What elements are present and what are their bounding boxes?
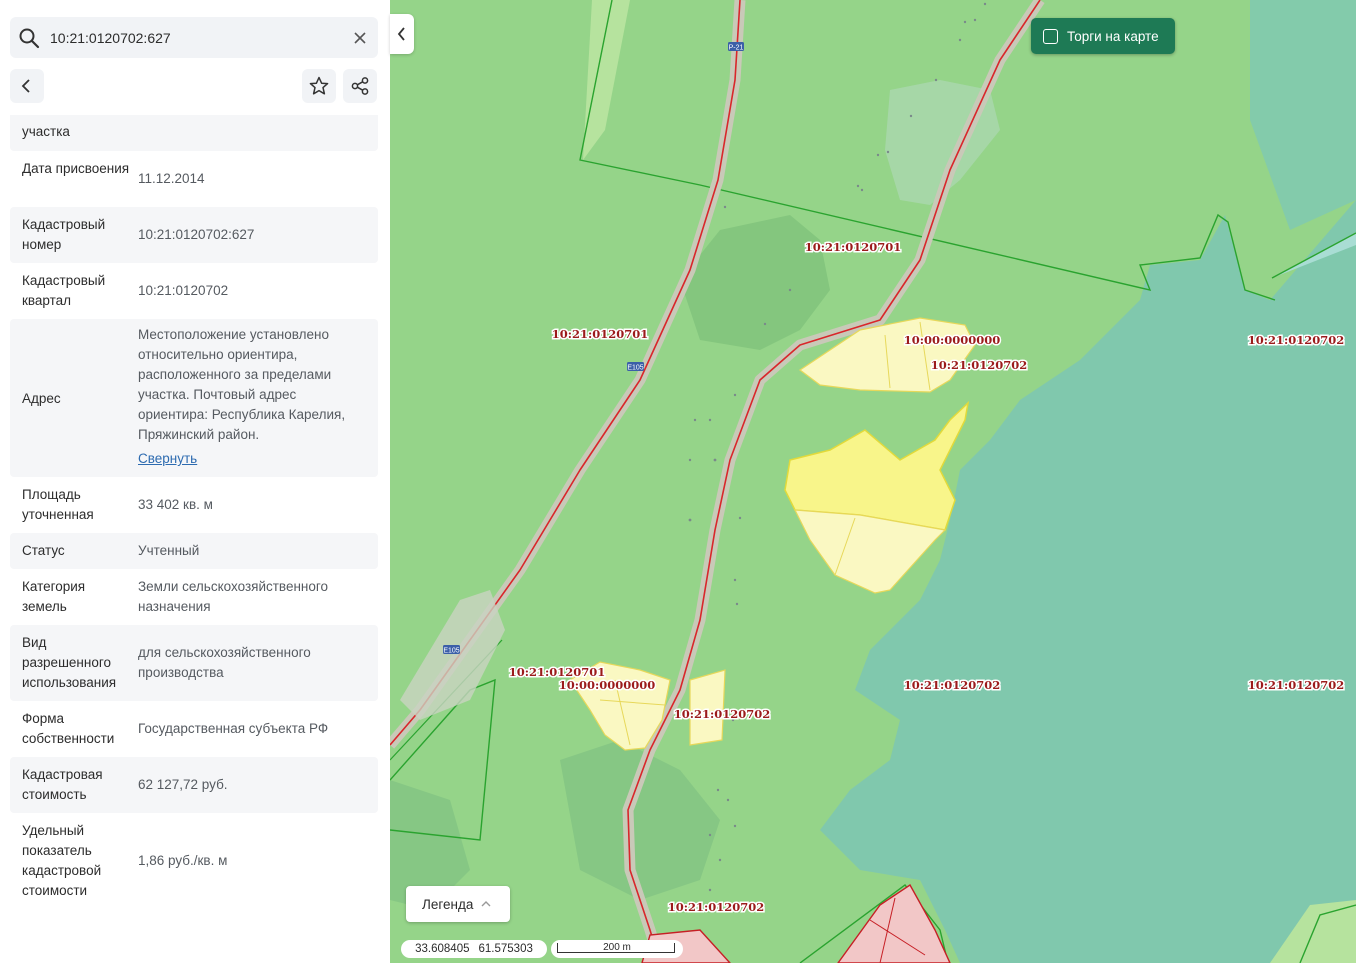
road-shield-label: E105 (443, 648, 459, 655)
cadastral-label[interactable]: 10:00:0000000 (557, 677, 657, 694)
cadastral-map[interactable]: P-21 E105 E105 10:21:0120701 10:21:01207… (390, 0, 1356, 963)
share-button[interactable] (343, 69, 377, 103)
info-value: Учтенный (138, 543, 200, 558)
info-label: участка (22, 124, 70, 139)
info-value: 62 127,72 руб. (138, 777, 228, 792)
info-row-partial: участка (10, 115, 378, 151)
cadastral-label[interactable]: 10:21:0120702 (1246, 332, 1346, 349)
back-button[interactable] (10, 69, 44, 103)
share-icon (351, 77, 369, 95)
info-label: Категория земель (22, 579, 86, 614)
search-bar (10, 17, 378, 58)
cadastral-label[interactable]: 10:21:0120701 (507, 664, 607, 681)
collapse-address-link[interactable]: Свернуть (138, 449, 366, 469)
info-row-date: Дата присвоения 11.12.2014 (10, 151, 378, 207)
info-row-status: Статус Учтенный (10, 533, 378, 569)
collapse-sidebar-button[interactable] (390, 14, 414, 54)
coordinates-readout: 33.608405 61.575303 (401, 940, 547, 958)
info-label: Кадастровая стоимость (22, 767, 103, 802)
info-label: Кадастровый номер (22, 217, 106, 252)
search-input[interactable] (50, 27, 340, 49)
chevron-left-icon (21, 79, 30, 93)
auctions-checkbox[interactable] (1043, 28, 1058, 44)
info-label: Форма собственности (22, 711, 115, 746)
star-icon (309, 76, 329, 95)
chevron-up-icon (481, 901, 491, 907)
info-row-cadastral-number: Кадастровый номер 10:21:0120702:627 (10, 207, 378, 263)
cadastral-label[interactable]: 10:21:0120702 (902, 677, 1002, 694)
cadastral-label[interactable]: 10:21:0120702 (672, 706, 772, 723)
cadastral-label[interactable]: 10:21:0120702 (929, 357, 1029, 374)
info-row-area: Площадь уточненная 33 402 кв. м (10, 477, 378, 533)
parcel-info-list: участка Дата присвоения 11.12.2014 Кадас… (10, 115, 378, 915)
info-value: 10:21:0120702 (138, 283, 229, 298)
info-row-ownership: Форма собственности Государственная субъ… (10, 701, 378, 757)
cadastral-label[interactable]: 10:00:0000000 (902, 332, 1002, 349)
info-row-address: Адрес Местоположение установлено относит… (10, 319, 378, 477)
info-label: Дата присвоения (22, 161, 130, 176)
favorite-button[interactable] (302, 69, 336, 103)
info-value: 1,86 руб./кв. м (138, 853, 228, 868)
info-value: для сельскохозяйственного производства (138, 645, 311, 680)
legend-button[interactable]: Легенда (406, 886, 510, 922)
info-label: Кадастровый квартал (22, 273, 106, 308)
search-icon[interactable] (18, 27, 40, 49)
info-value: Государственная субъекта РФ (138, 721, 329, 736)
info-row-permitted-use: Вид разрешенного использования для сельс… (10, 625, 378, 701)
info-row-cadastral-quarter: Кадастровый квартал 10:21:0120702 (10, 263, 378, 319)
info-label: Статус (22, 543, 65, 558)
close-icon[interactable] (350, 28, 370, 48)
info-row-unit-value: Удельный показатель кадастровой стоимост… (10, 813, 378, 909)
auctions-on-map-toggle[interactable]: Торги на карте (1031, 18, 1175, 54)
map-scale: 200 m (551, 940, 683, 958)
info-value: 33 402 кв. м (138, 497, 213, 512)
info-row-land-category: Категория земель Земли сельскохозяйствен… (10, 569, 378, 625)
info-row-cadastral-value: Кадастровая стоимость 62 127,72 руб. (10, 757, 378, 813)
road-shield-label: P-21 (729, 45, 744, 52)
info-label: Площадь уточненная (22, 487, 94, 522)
info-label: Вид разрешенного использования (22, 635, 117, 690)
auctions-label: Торги на карте (1067, 28, 1159, 44)
cadastral-label[interactable]: 10:21:0120702 (666, 899, 766, 916)
cadastral-label[interactable]: 10:21:0120701 (803, 239, 903, 256)
scale-label: 200 m (603, 942, 631, 953)
road-shield-label: E105 (627, 365, 643, 372)
info-value: Земли сельскохозяйственного назначения (138, 579, 329, 614)
info-label: Адрес (22, 391, 61, 406)
info-value: 10:21:0120702:627 (138, 227, 255, 242)
longitude-value: 33.608405 (415, 943, 470, 955)
info-value: Местоположение установлено относительно … (138, 327, 346, 442)
latitude-value: 61.575303 (478, 943, 533, 955)
info-sidebar: участка Дата присвоения 11.12.2014 Кадас… (0, 0, 390, 963)
cadastral-label[interactable]: 10:21:0120702 (1246, 677, 1346, 694)
chevron-left-icon (397, 27, 405, 41)
map-canvas[interactable]: P-21 E105 E105 10:21:0120701 10:21:01207… (390, 0, 1356, 963)
legend-label: Легенда (422, 896, 474, 912)
info-label: Удельный показатель кадастровой стоимост… (22, 823, 102, 898)
info-value: 11.12.2014 (138, 171, 205, 186)
cadastral-label[interactable]: 10:21:0120701 (550, 326, 650, 343)
